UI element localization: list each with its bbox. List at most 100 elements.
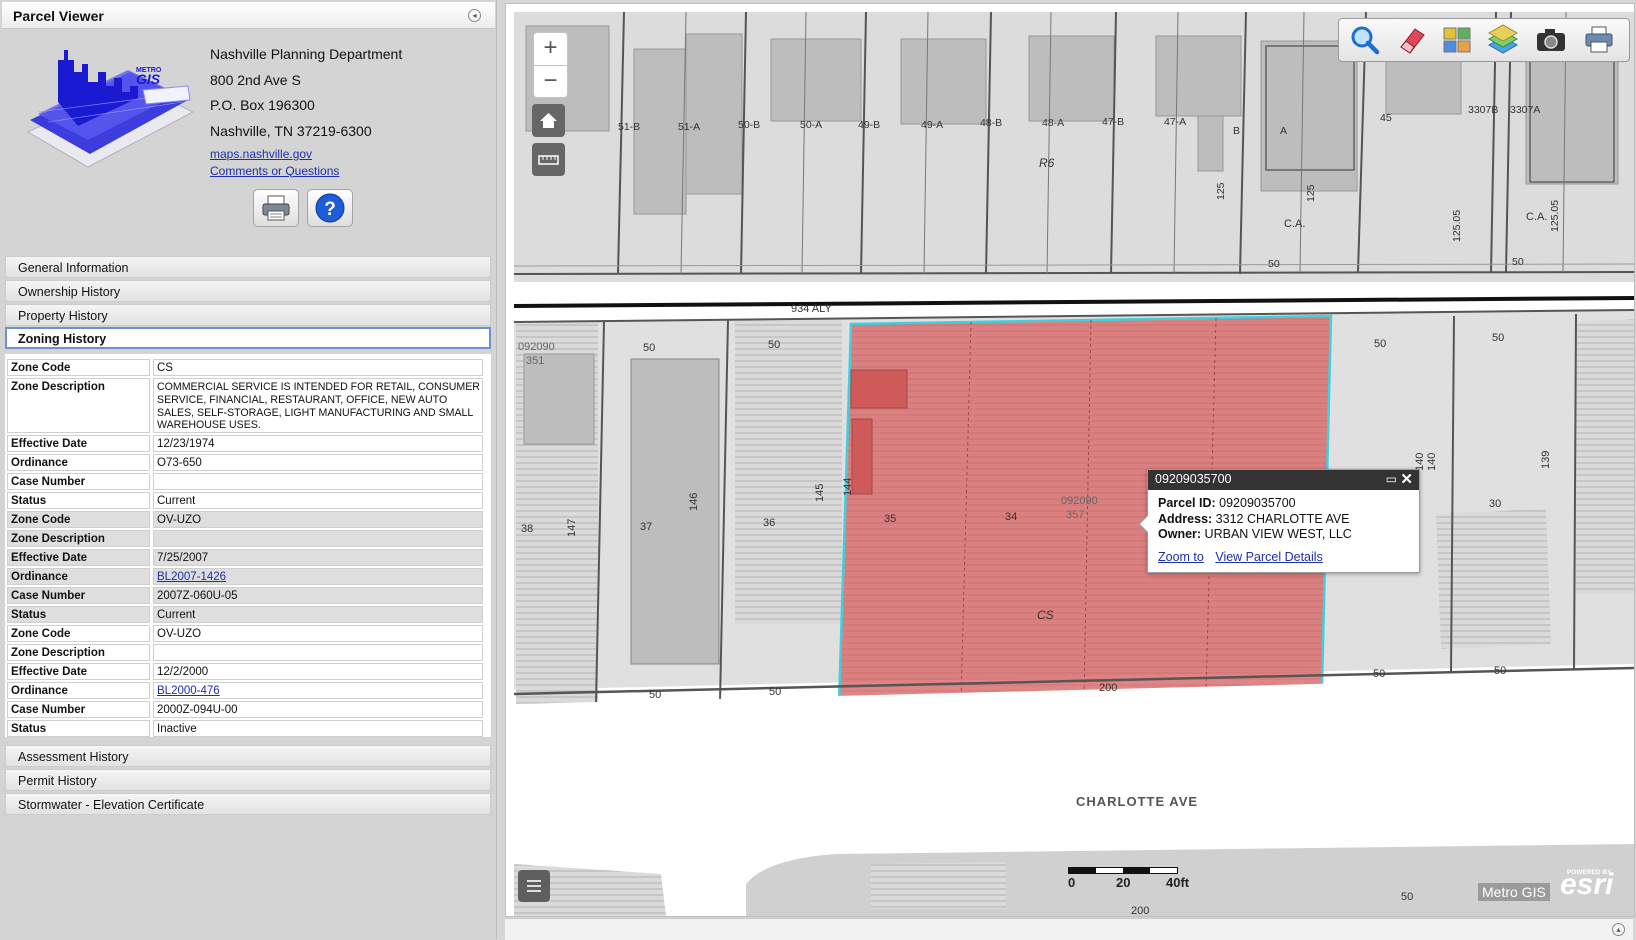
legend-button[interactable] <box>518 870 550 902</box>
search-tool-button[interactable] <box>1345 23 1385 57</box>
zoning-row-label: Effective Date <box>7 435 150 452</box>
print-button[interactable] <box>253 189 299 227</box>
print-tool-button[interactable] <box>1579 23 1619 57</box>
hatch-area-right <box>1436 509 1551 649</box>
zoning-row-label: Case Number <box>7 473 150 490</box>
section-ownership-history[interactable]: Ownership History <box>5 280 491 302</box>
attribution: Metro GIS <box>1478 883 1550 901</box>
lot-label: 47-B <box>1102 116 1124 128</box>
printer-icon <box>262 195 290 221</box>
dimension-label: 125 <box>1215 182 1227 200</box>
eraser-tool-button[interactable] <box>1391 23 1431 57</box>
scale-mid: 20 <box>1116 875 1131 890</box>
section-permit-history[interactable]: Permit History <box>5 769 491 791</box>
address-label: Address: <box>1158 511 1213 526</box>
lot-label: 34 <box>1005 511 1017 523</box>
dimension-label: 145 <box>814 484 826 502</box>
layers-tool-button[interactable] <box>1437 23 1477 57</box>
ca-label-2: C.A. <box>1526 211 1547 223</box>
section-zoning-history[interactable]: Zoning History <box>5 327 491 349</box>
basemap-tool-button[interactable] <box>1483 23 1523 57</box>
zoning-row-value <box>153 473 483 490</box>
zoning-row-label: Zone Code <box>7 625 150 642</box>
department-name: Nashville Planning Department <box>210 46 403 62</box>
lot-label: 50-B <box>738 119 760 131</box>
zoning-row: Status Current <box>7 606 483 623</box>
home-button[interactable] <box>532 104 565 137</box>
zoning-row-label: Status <box>7 492 150 509</box>
building-351 <box>523 353 595 445</box>
zoning-row: Case Number 2007Z-060U-05 <box>7 587 483 604</box>
svg-text:?: ? <box>324 199 336 220</box>
parcel-id-label: 351 <box>526 355 544 367</box>
address-value: 3312 CHARLOTTE AVE <box>1215 511 1350 526</box>
close-icon[interactable]: ✕ <box>1400 470 1413 488</box>
alley-label: 934 ALY <box>791 303 832 315</box>
zoning-row: Ordinance O73-650 <box>7 454 483 471</box>
comments-link[interactable]: Comments or Questions <box>210 163 339 180</box>
department-info: Nashville Planning Department 800 2nd Av… <box>210 42 402 144</box>
building-37 <box>630 358 720 665</box>
eraser-icon <box>1400 28 1425 54</box>
zoning-row-value <box>153 530 483 547</box>
maximize-icon[interactable]: ▭ <box>1386 472 1397 486</box>
zoning-row-value: 12/23/1974 <box>153 435 483 452</box>
lot-label: 48-A <box>1042 117 1064 129</box>
dimension-label: 144 <box>842 478 854 496</box>
measure-button[interactable] <box>532 143 565 176</box>
map-canvas[interactable]: 934 ALY CHARLOTTE AVE R6 CS C.A. C.A. 52… <box>506 4 1634 916</box>
parcel-id-value: 09209035700 <box>1219 496 1296 510</box>
ordinance-link[interactable]: BL2007-1426 <box>157 571 226 583</box>
zoning-row-value: 7/25/2007 <box>153 549 483 566</box>
section-property-history[interactable]: Property History <box>5 304 491 326</box>
hatch-area-far-right <box>1576 319 1634 594</box>
collapse-icon[interactable]: ◂ <box>468 9 481 22</box>
zoom-control: + − <box>533 32 568 98</box>
lot-label: 3307A <box>1510 104 1540 116</box>
zoning-row-value: 12/2/2000 <box>153 663 483 680</box>
zoning-row-label: Status <box>7 606 150 623</box>
ca-label-1: C.A. <box>1284 218 1305 230</box>
dimension-label: 200 <box>1099 682 1117 694</box>
home-icon <box>540 113 557 128</box>
zoning-row-label: Effective Date <box>7 663 150 680</box>
department-city: Nashville, TN 37219-6300 <box>210 122 372 139</box>
lot-label: 51-A <box>678 121 700 133</box>
lot-label: 51-B <box>618 121 640 133</box>
ruler-icon <box>538 155 559 165</box>
view-parcel-details-link[interactable]: View Parcel Details <box>1215 550 1322 564</box>
map-view[interactable]: 934 ALY CHARLOTTE AVE R6 CS C.A. C.A. 52… <box>505 3 1635 917</box>
zoning-row: Effective Date 12/2/2000 <box>7 663 483 680</box>
zoom-to-link[interactable]: Zoom to <box>1158 550 1204 564</box>
sidebar-header: Parcel Viewer ◂ <box>2 2 495 29</box>
department-address2: P.O. Box 196300 <box>210 97 315 113</box>
zoom-out-button[interactable]: − <box>534 66 567 98</box>
zoning-row: Status Inactive <box>7 720 483 737</box>
ordinance-link[interactable]: BL2000-476 <box>157 685 220 697</box>
dimension-label: 50 <box>1512 256 1524 268</box>
section-stormwater[interactable]: Stormwater - Elevation Certificate <box>5 793 491 815</box>
section-assessment-history[interactable]: Assessment History <box>5 745 491 767</box>
zoning-row-label: Ordinance <box>7 568 150 585</box>
dimension-label: 50 <box>769 686 781 698</box>
section-general-information[interactable]: General Information <box>5 256 491 278</box>
lot-label: 45 <box>1380 112 1392 124</box>
maps-link[interactable]: maps.nashville.gov <box>210 146 339 163</box>
dimension-label: 50 <box>768 339 780 351</box>
zoning-row: Case Number <box>7 473 483 490</box>
lot-label: 38 <box>521 523 533 535</box>
zoom-in-button[interactable]: + <box>534 33 567 66</box>
zoning-row-label: Case Number <box>7 587 150 604</box>
zoning-row: Ordinance BL2000-476 <box>7 682 483 699</box>
dimension-label: 147 <box>566 519 578 537</box>
zoning-row: Effective Date 7/25/2007 <box>7 549 483 566</box>
dimension-label: 50 <box>643 342 655 354</box>
snapshot-tool-button[interactable] <box>1531 23 1571 57</box>
zoning-row: Effective Date 12/23/1974 <box>7 435 483 452</box>
lot-label: A <box>1280 125 1287 137</box>
zoning-row: Status Current <box>7 492 483 509</box>
zoning-row-label: Effective Date <box>7 549 150 566</box>
expand-icon[interactable]: ▴ <box>1612 923 1625 936</box>
zoning-row-value: Current <box>153 606 483 623</box>
help-button[interactable]: ? <box>307 189 353 227</box>
